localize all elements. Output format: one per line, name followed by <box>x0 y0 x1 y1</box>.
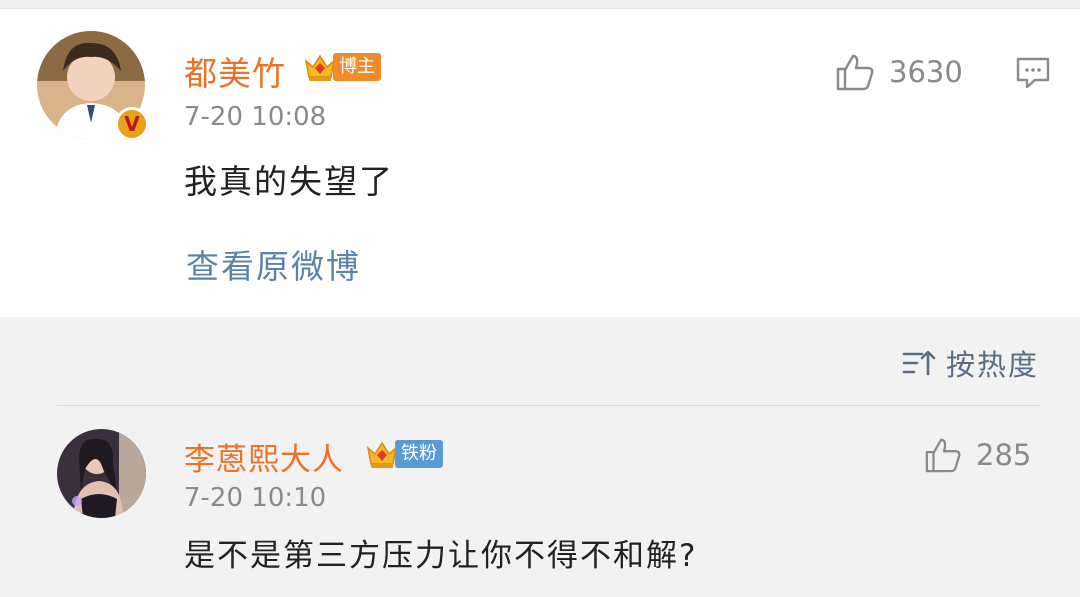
fan-badge: 铁粉 <box>365 438 443 470</box>
sort-icon <box>902 350 936 376</box>
post-author-name[interactable]: 都美竹 <box>184 47 286 95</box>
comment-time: 7-20 10:10 <box>184 483 327 513</box>
crown-icon <box>304 54 336 81</box>
post-like-count: 3630 <box>889 55 963 89</box>
post-like-button[interactable]: 3630 <box>835 52 963 92</box>
comment-icon[interactable] <box>1015 56 1051 90</box>
comment-content: 是不是第三方压力让你不得不和解? <box>184 538 698 574</box>
comment-author-name[interactable]: 李蒽熙大人 <box>184 434 344 479</box>
sort-by-heat-button[interactable]: 按热度 <box>902 342 1039 384</box>
comment-author-avatar[interactable] <box>57 429 146 518</box>
top-divider <box>0 0 1080 9</box>
view-original-link[interactable]: 查看原微博 <box>186 240 361 288</box>
comment-like-count: 285 <box>976 438 1032 472</box>
comment-divider <box>57 405 1041 406</box>
post-content: 我真的失望了 <box>184 162 394 201</box>
sort-label: 按热度 <box>946 348 1040 382</box>
blogger-badge: 博主 <box>303 51 381 83</box>
thumbs-up-icon <box>836 54 874 91</box>
comment-like-button[interactable]: 285 <box>924 436 1031 474</box>
crown-icon <box>366 441 398 468</box>
verified-icon: V <box>115 107 149 141</box>
post-time: 7-20 10:08 <box>184 102 327 132</box>
blogger-badge-label: 博主 <box>333 53 381 81</box>
fan-badge-label: 铁粉 <box>395 440 443 468</box>
thumbs-up-icon <box>925 438 961 473</box>
